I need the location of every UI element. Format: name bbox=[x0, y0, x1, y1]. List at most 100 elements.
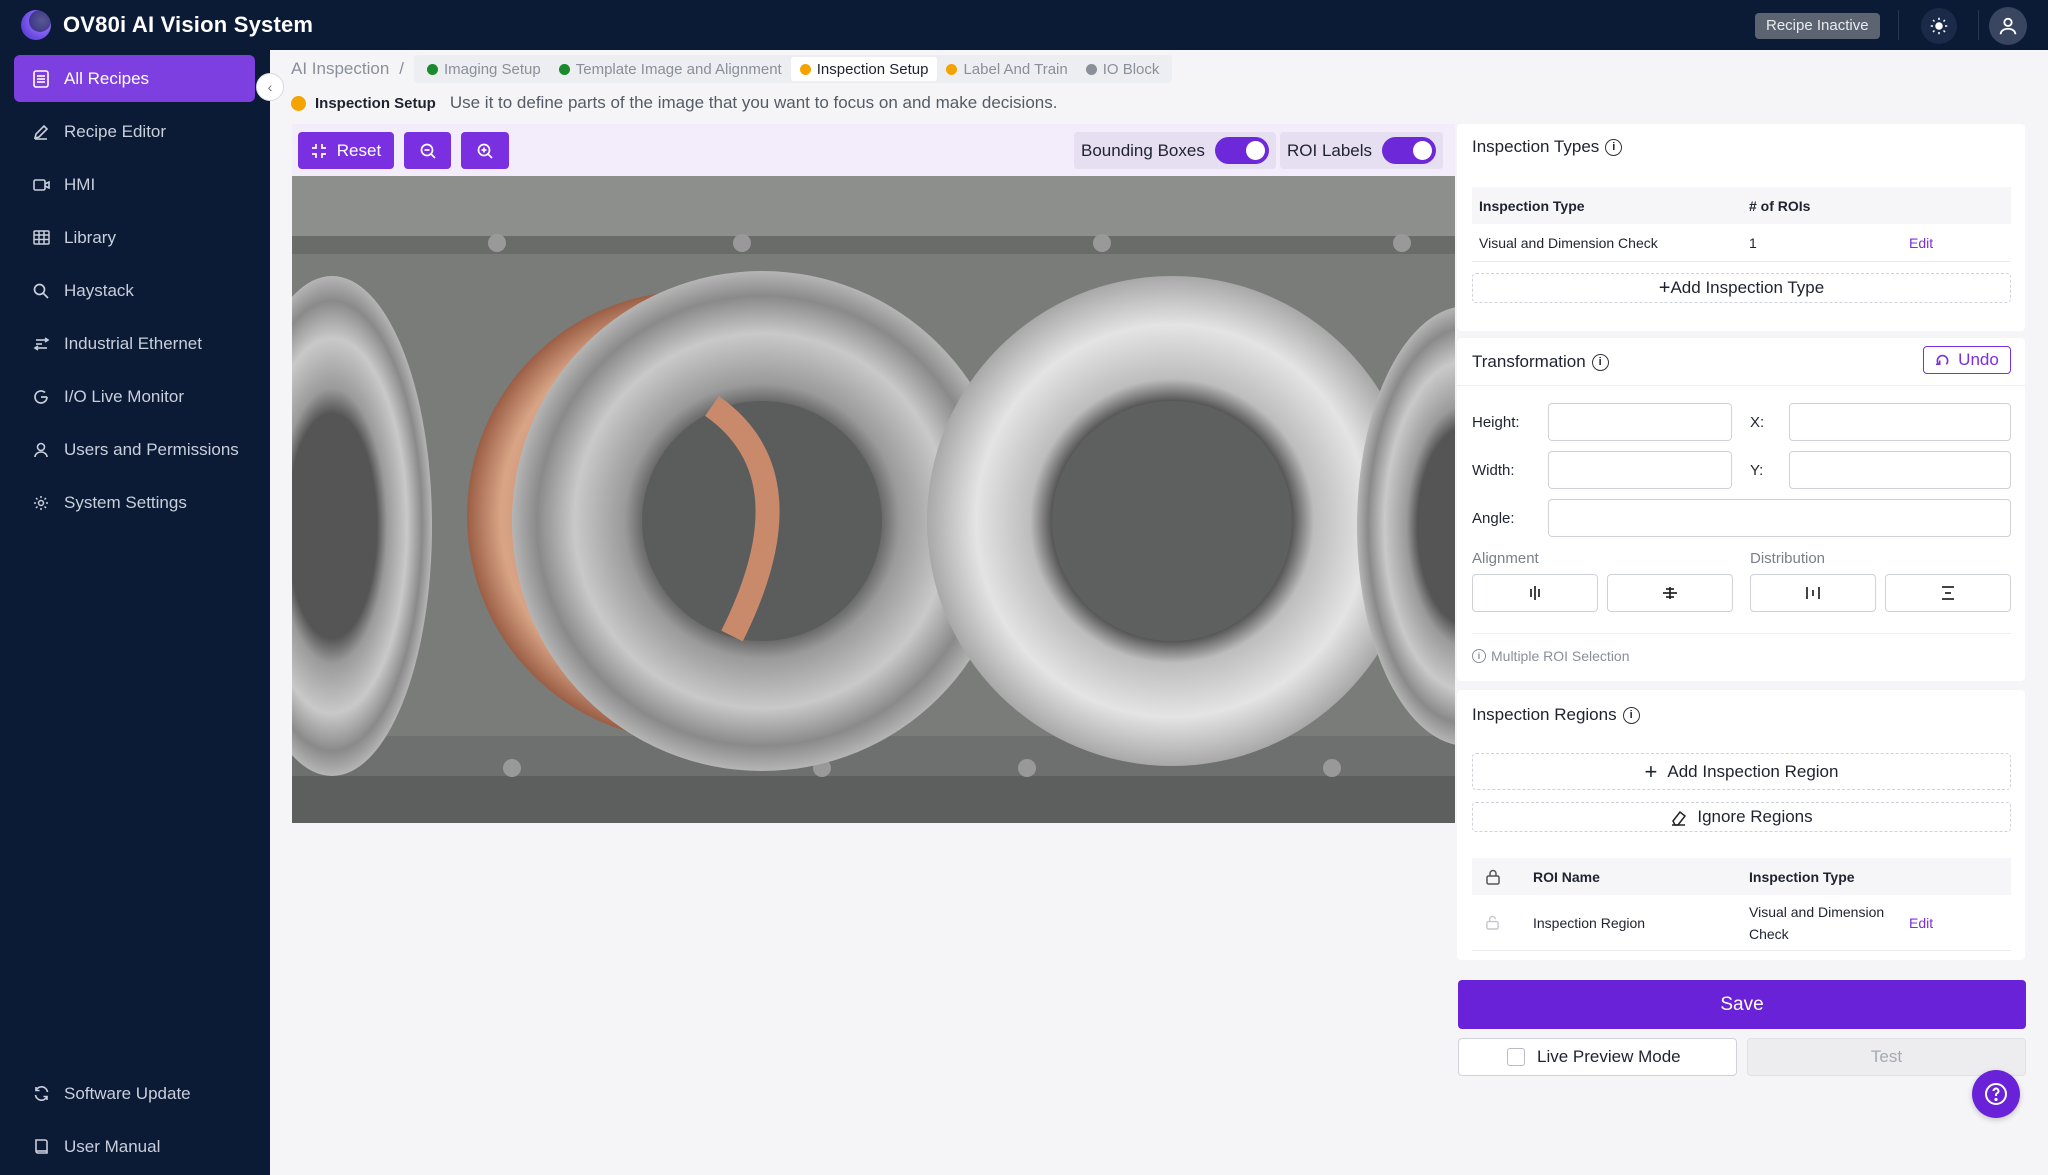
sidebar-item-label: All Recipes bbox=[64, 68, 150, 88]
tab-label: Label And Train bbox=[963, 60, 1068, 78]
distribute-vertical-icon bbox=[1942, 586, 1954, 600]
x-label: X: bbox=[1750, 414, 1765, 431]
sidebar-item-system-settings[interactable]: System Settings bbox=[14, 479, 255, 526]
undo-button[interactable]: Undo bbox=[1923, 346, 2011, 374]
multiple-roi-hint: i Multiple ROI Selection bbox=[1472, 648, 1630, 664]
roi-name: Inspection Region bbox=[1533, 914, 1646, 931]
breadcrumb-root[interactable]: AI Inspection bbox=[291, 59, 389, 79]
eraser-icon bbox=[1672, 810, 1687, 826]
zoom-in-button[interactable] bbox=[461, 132, 509, 169]
height-input[interactable] bbox=[1548, 403, 1732, 441]
y-input[interactable] bbox=[1789, 451, 2011, 489]
plus-icon: + bbox=[1644, 758, 1658, 784]
status-dot bbox=[427, 63, 439, 75]
sidebar-item-all-recipes[interactable]: All Recipes bbox=[14, 55, 255, 102]
sidebar-item-software-update[interactable]: Software Update bbox=[14, 1070, 255, 1117]
align-horizontal-center-icon bbox=[1530, 586, 1540, 600]
angle-input[interactable] bbox=[1548, 499, 2011, 537]
tab-template-image-and-alignment[interactable]: Template Image and Alignment bbox=[550, 57, 791, 81]
reset-button[interactable]: Reset bbox=[298, 132, 394, 169]
tab-label-and-train[interactable]: Label And Train bbox=[937, 57, 1076, 81]
sidebar-item-label: Industrial Ethernet bbox=[64, 333, 202, 353]
inspection-image-canvas[interactable] bbox=[292, 176, 1455, 823]
status-dot bbox=[1085, 63, 1097, 75]
sidebar-item-recipe-editor[interactable]: Recipe Editor bbox=[14, 108, 255, 155]
tab-label: Imaging Setup bbox=[444, 60, 541, 78]
transformation-title: Transformation i bbox=[1472, 352, 1609, 372]
info-icon[interactable]: i bbox=[1622, 706, 1640, 724]
alignment-label: Alignment bbox=[1472, 550, 1539, 567]
user-avatar-button[interactable] bbox=[1989, 7, 2027, 45]
save-button[interactable]: Save bbox=[1458, 980, 2026, 1029]
sun-icon bbox=[1930, 17, 1948, 35]
undo-label: Undo bbox=[1958, 350, 1999, 369]
distribute-horizontal-button[interactable] bbox=[1750, 574, 1876, 612]
step-tabs: Imaging Setup Template Image and Alignme… bbox=[414, 55, 1173, 83]
unlock-icon[interactable] bbox=[1486, 895, 1499, 950]
info-icon[interactable]: i bbox=[1591, 353, 1609, 371]
roi-labels-switch[interactable] bbox=[1382, 137, 1437, 164]
tab-io-block[interactable]: IO Block bbox=[1077, 57, 1169, 81]
sidebar-item-library[interactable]: Library bbox=[14, 214, 255, 261]
sidebar-item-label: Haystack bbox=[64, 280, 134, 300]
bounding-boxes-switch[interactable] bbox=[1214, 137, 1269, 164]
panel-title-text: Transformation bbox=[1472, 352, 1586, 371]
type-line: Visual and Dimension bbox=[1749, 903, 1885, 920]
align-horizontal-center-button[interactable] bbox=[1472, 574, 1598, 612]
align-vertical-center-button[interactable] bbox=[1607, 574, 1733, 612]
sidebar-item-user-manual[interactable]: User Manual bbox=[14, 1123, 255, 1170]
roi-inspection-type: Visual and Dimension Check bbox=[1749, 895, 1884, 950]
edit-link[interactable]: Edit bbox=[1909, 895, 1933, 950]
x-input[interactable] bbox=[1789, 403, 2011, 441]
sidebar-collapse-button[interactable]: ‹ bbox=[256, 73, 284, 101]
height-label: Height: bbox=[1472, 414, 1520, 431]
sidebar: All Recipes Recipe Editor HMI Library Ha… bbox=[0, 50, 270, 1175]
top-divider bbox=[1898, 10, 1899, 40]
panel-title-text: Inspection Types bbox=[1472, 137, 1600, 156]
gear-icon bbox=[32, 494, 50, 512]
distribute-vertical-button[interactable] bbox=[1885, 574, 2011, 612]
tab-imaging-setup[interactable]: Imaging Setup bbox=[418, 57, 550, 81]
edit-link[interactable]: Edit bbox=[1909, 224, 1933, 261]
help-icon bbox=[1985, 1083, 2007, 1105]
button-label: Add Inspection Type bbox=[1670, 278, 1825, 297]
inspection-types-title: Inspection Types i bbox=[1472, 137, 1623, 157]
divider bbox=[1472, 633, 2011, 634]
add-inspection-region-button[interactable]: + Add Inspection Region bbox=[1472, 753, 2011, 790]
test-button[interactable]: Test bbox=[1747, 1038, 2026, 1076]
hint-text: Multiple ROI Selection bbox=[1491, 648, 1630, 664]
ignore-regions-button[interactable]: Ignore Regions bbox=[1472, 802, 2011, 832]
tab-inspection-setup[interactable]: Inspection Setup bbox=[790, 57, 938, 81]
button-label: Ignore Regions bbox=[1697, 807, 1813, 826]
page-title: Inspection Setup bbox=[315, 94, 436, 112]
zoom-out-button[interactable] bbox=[404, 132, 451, 169]
live-preview-checkbox[interactable] bbox=[1507, 1048, 1525, 1066]
align-vertical-center-icon bbox=[1663, 587, 1677, 599]
refresh-icon bbox=[32, 1085, 50, 1103]
sidebar-item-users-and-permissions[interactable]: Users and Permissions bbox=[14, 426, 255, 473]
live-preview-mode-toggle[interactable]: Live Preview Mode bbox=[1458, 1038, 1737, 1076]
y-label: Y: bbox=[1750, 462, 1764, 479]
lock-icon[interactable] bbox=[1486, 858, 1500, 895]
width-input[interactable] bbox=[1548, 451, 1732, 489]
sidebar-item-industrial-ethernet[interactable]: Industrial Ethernet bbox=[14, 320, 255, 367]
status-dot bbox=[799, 63, 811, 75]
undo-icon bbox=[1936, 354, 1949, 365]
coil-photo bbox=[292, 176, 1455, 823]
regions-table-header: ROI Name Inspection Type bbox=[1472, 858, 2011, 895]
sidebar-item-label: Recipe Editor bbox=[64, 121, 167, 141]
sidebar-item-hmi[interactable]: HMI bbox=[14, 161, 255, 208]
compress-icon bbox=[311, 143, 326, 158]
table-row[interactable]: Inspection Region Visual and Dimension C… bbox=[1472, 895, 2011, 951]
add-inspection-type-button[interactable]: + Add Inspection Type bbox=[1472, 273, 2011, 303]
reset-label: Reset bbox=[336, 140, 382, 160]
panel-title-text: Inspection Regions bbox=[1472, 705, 1617, 724]
sidebar-item-haystack[interactable]: Haystack bbox=[14, 267, 255, 314]
sidebar-item-label: User Manual bbox=[64, 1136, 161, 1156]
sidebar-item-io-live-monitor[interactable]: I/O Live Monitor bbox=[14, 373, 255, 420]
user-icon bbox=[32, 441, 50, 459]
theme-toggle-button[interactable] bbox=[1921, 8, 1957, 44]
help-button[interactable] bbox=[1972, 1070, 2020, 1118]
angle-label: Angle: bbox=[1472, 510, 1515, 527]
info-icon[interactable]: i bbox=[1605, 138, 1623, 156]
